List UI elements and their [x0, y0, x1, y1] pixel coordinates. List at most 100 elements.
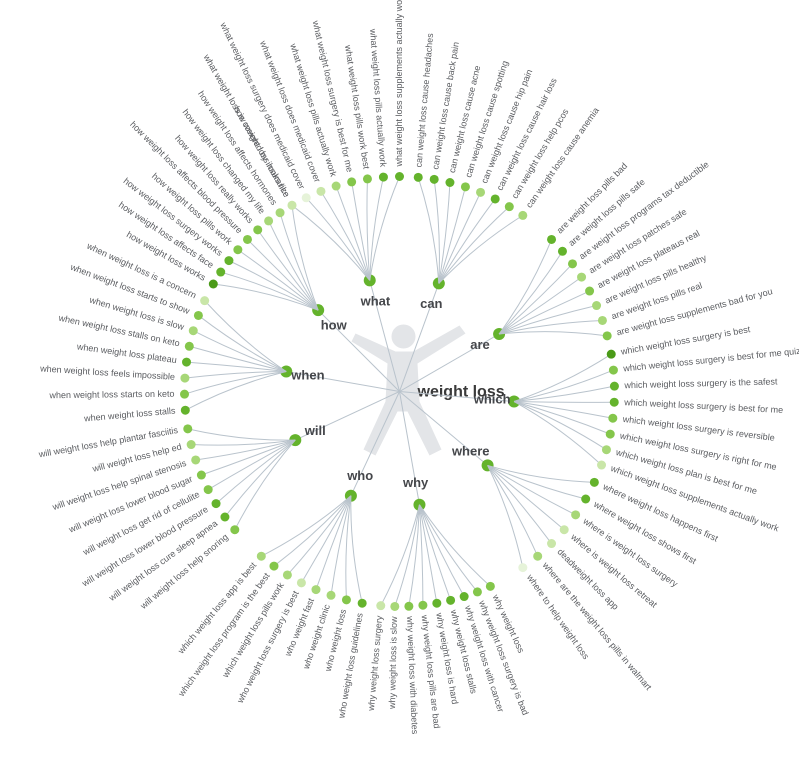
leaf-node[interactable] [220, 513, 229, 522]
leaf-branch [488, 465, 576, 514]
leaf-branch [301, 496, 350, 583]
leaf-node[interactable] [598, 316, 607, 325]
leaf-node[interactable] [560, 525, 569, 534]
leaf-node[interactable] [414, 173, 423, 182]
leaf-node[interactable] [224, 256, 233, 265]
leaf-node[interactable] [430, 175, 439, 184]
category-label-what: what [360, 294, 391, 309]
leaf-node[interactable] [316, 187, 325, 196]
leaf-node[interactable] [585, 287, 594, 296]
leaf-node[interactable] [592, 301, 601, 310]
leaf-node[interactable] [432, 599, 441, 608]
leaf-node[interactable] [376, 601, 385, 610]
leaf-node[interactable] [581, 495, 590, 504]
leaf-node[interactable] [197, 471, 206, 480]
leaf-node[interactable] [233, 245, 242, 254]
leaf-node[interactable] [183, 424, 192, 433]
leaf-node[interactable] [460, 592, 469, 601]
leaf-node[interactable] [547, 539, 556, 548]
leaf-label: why weight loss surgery [366, 615, 384, 713]
leaf-node[interactable] [283, 570, 292, 579]
leaf-node[interactable] [608, 414, 617, 423]
leaf-node[interactable] [189, 326, 198, 335]
leaf-node[interactable] [486, 582, 495, 591]
leaf-node[interactable] [253, 225, 262, 234]
leaf-node[interactable] [311, 585, 320, 594]
category-label-how: how [321, 318, 348, 333]
leaf-branch [185, 372, 286, 411]
leaf-node[interactable] [243, 235, 252, 244]
leaf-node[interactable] [505, 202, 514, 211]
leaf-node[interactable] [607, 350, 616, 359]
leaf-node[interactable] [209, 280, 218, 289]
leaf-node[interactable] [571, 510, 580, 519]
leaf-node[interactable] [404, 602, 413, 611]
leaf-node[interactable] [610, 398, 619, 407]
leaf-label: what weight loss surgery is best for me [310, 19, 354, 173]
leaf-node[interactable] [327, 591, 336, 600]
leaf-node[interactable] [461, 182, 470, 191]
leaf-node[interactable] [342, 595, 351, 604]
leaf-node[interactable] [606, 430, 615, 439]
leaf-node[interactable] [533, 552, 542, 561]
leaf-node[interactable] [547, 235, 556, 244]
leaf-label: can weight loss cause headaches [414, 32, 436, 167]
leaf-branch [419, 505, 464, 597]
leaf-node[interactable] [276, 208, 285, 217]
leaf-node[interactable] [577, 273, 586, 282]
leaf-node[interactable] [491, 194, 500, 203]
leaf-node[interactable] [302, 193, 311, 202]
leaf-node[interactable] [269, 562, 278, 571]
leaf-node[interactable] [288, 201, 297, 210]
leaf-node[interactable] [200, 296, 209, 305]
leaf-node[interactable] [194, 311, 203, 320]
leaf-node[interactable] [568, 259, 577, 268]
leaf-node[interactable] [185, 342, 194, 351]
leaf-node[interactable] [610, 382, 619, 391]
leaf-node[interactable] [216, 268, 225, 277]
leaf-node[interactable] [182, 358, 191, 367]
leaf-branch [488, 465, 538, 556]
leaf-node[interactable] [181, 406, 190, 415]
leaf-node[interactable] [390, 602, 399, 611]
leaf-node[interactable] [180, 390, 189, 399]
leaf-node[interactable] [212, 499, 221, 508]
leaf-node[interactable] [476, 188, 485, 197]
leaf-branch [306, 198, 370, 281]
leaf-node[interactable] [418, 601, 427, 610]
leaf-node[interactable] [358, 599, 367, 608]
leaf-node[interactable] [332, 182, 341, 191]
leaf-branch [499, 332, 607, 336]
leaf-branch [419, 505, 490, 587]
leaf-label: what weight loss pills actually work [368, 28, 388, 168]
leaf-node[interactable] [558, 247, 567, 256]
leaf-node[interactable] [602, 445, 611, 454]
leaf-node[interactable] [603, 331, 612, 340]
leaf-node[interactable] [264, 216, 273, 225]
leaf-node[interactable] [187, 440, 196, 449]
leaf-branch [196, 440, 296, 460]
leaf-node[interactable] [445, 178, 454, 187]
leaf-node[interactable] [609, 366, 618, 375]
leaf-node[interactable] [473, 587, 482, 596]
leaf-node[interactable] [363, 174, 372, 183]
leaf-node[interactable] [191, 455, 200, 464]
leaf-label: when weight loss stalls [83, 405, 177, 423]
leaf-node[interactable] [297, 578, 306, 587]
leaf-node[interactable] [395, 172, 404, 181]
leaf-node[interactable] [257, 552, 266, 561]
leaf-label: where are the weight loss pills in walma… [540, 559, 654, 692]
leaf-label: why weight loss is slow [387, 616, 399, 710]
leaf-label: what weight loss supplements actually wo… [394, 0, 404, 168]
leaf-node[interactable] [180, 374, 189, 383]
leaf-node[interactable] [347, 177, 356, 186]
leaf-node[interactable] [379, 173, 388, 182]
leaf-node[interactable] [446, 596, 455, 605]
leaf-node[interactable] [590, 478, 599, 487]
leaf-node[interactable] [597, 461, 606, 470]
leaf-node[interactable] [204, 485, 213, 494]
leaf-node[interactable] [518, 563, 527, 572]
leaf-branch [188, 429, 296, 440]
leaf-node[interactable] [518, 211, 527, 220]
leaf-node[interactable] [230, 525, 239, 534]
